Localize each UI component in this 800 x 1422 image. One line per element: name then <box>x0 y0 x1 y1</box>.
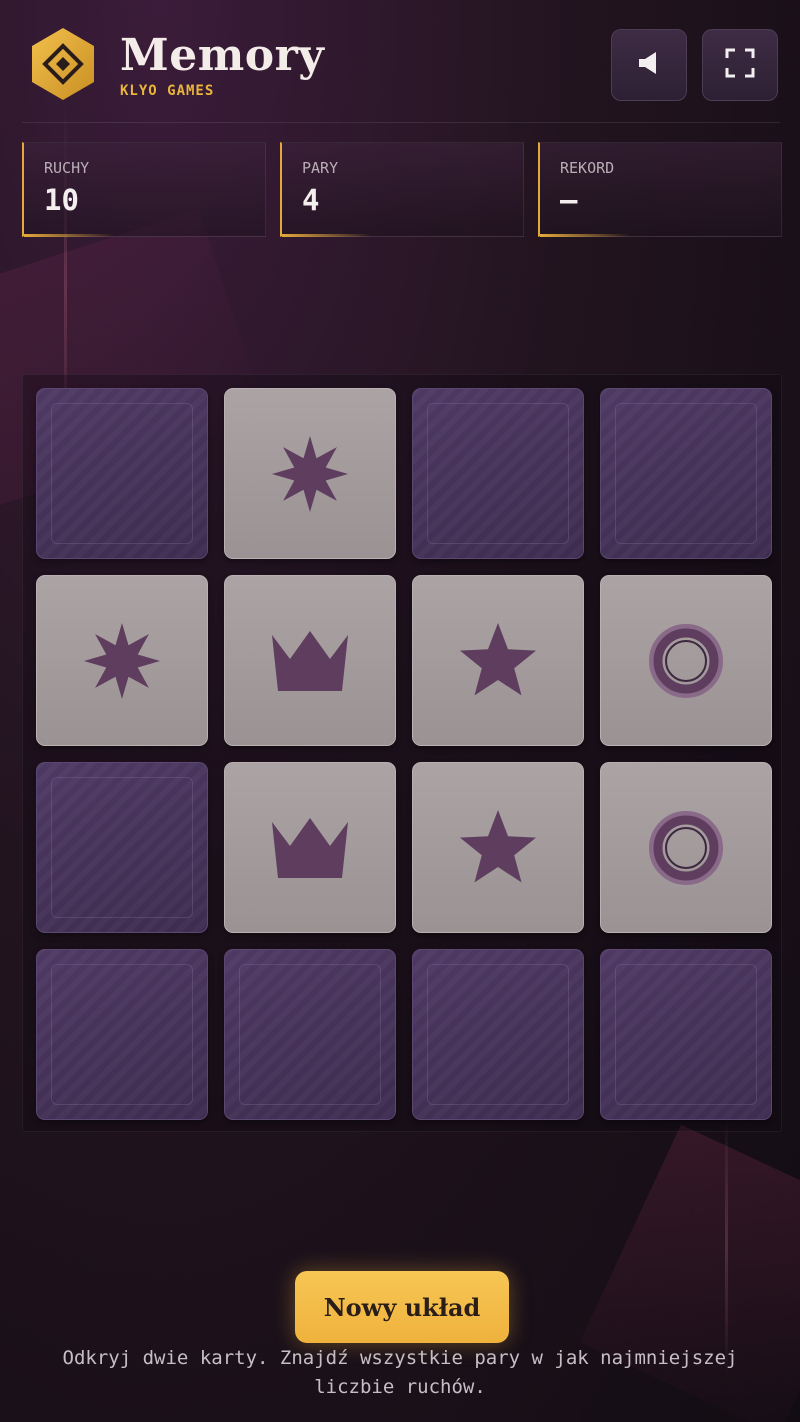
memory-card[interactable] <box>224 575 396 746</box>
new-game-button[interactable]: Nowy układ <box>295 1271 509 1343</box>
pairs-stat: PARY 4 <box>280 142 524 237</box>
app-subtitle: KLYO GAMES <box>120 83 215 99</box>
speaker-icon <box>636 50 662 80</box>
memory-card[interactable] <box>36 388 208 559</box>
memory-card[interactable] <box>412 388 584 559</box>
star-icon <box>458 621 538 701</box>
memory-card[interactable] <box>412 575 584 746</box>
header-divider <box>22 122 780 123</box>
record-stat: REKORD — <box>538 142 782 237</box>
memory-card[interactable] <box>36 575 208 746</box>
instructions: Odkryj dwie karty. Znajdź wszystkie pary… <box>30 1344 770 1402</box>
burst-star-icon <box>270 434 350 514</box>
ring-icon <box>641 616 731 706</box>
memory-card[interactable] <box>36 762 208 933</box>
fullscreen-button[interactable] <box>702 29 778 101</box>
card-back-frame <box>51 964 193 1105</box>
fullscreen-icon <box>725 48 755 82</box>
memory-card[interactable] <box>412 949 584 1120</box>
moves-label: RUCHY <box>44 159 90 177</box>
burst-star-icon <box>82 621 162 701</box>
memory-card[interactable] <box>600 575 772 746</box>
memory-card[interactable] <box>600 949 772 1120</box>
instructions-line: liczbie ruchów. <box>314 1376 486 1398</box>
background-line <box>725 1110 728 1380</box>
moves-value: 10 <box>44 183 79 217</box>
card-back-frame <box>427 403 569 544</box>
ring-icon <box>641 803 731 893</box>
star-icon <box>458 808 538 888</box>
card-back-frame <box>51 403 193 544</box>
card-back-frame <box>615 964 757 1105</box>
pairs-label: PARY <box>302 159 339 177</box>
record-label: REKORD <box>560 159 615 177</box>
game-board <box>22 374 782 1132</box>
card-back-frame <box>427 964 569 1105</box>
memory-card[interactable] <box>224 388 396 559</box>
diamond-hexagon-icon <box>30 26 96 102</box>
memory-card[interactable] <box>36 949 208 1120</box>
card-back-frame <box>239 964 381 1105</box>
instructions-line: Odkryj dwie karty. Znajdź wszystkie pary… <box>62 1347 738 1369</box>
pairs-value: 4 <box>302 183 320 217</box>
memory-card[interactable] <box>224 949 396 1120</box>
header: Memory KLYO GAMES <box>22 22 780 122</box>
memory-card[interactable] <box>224 762 396 933</box>
card-back-frame <box>51 777 193 918</box>
memory-card[interactable] <box>600 762 772 933</box>
sound-button[interactable] <box>611 29 687 101</box>
crown-icon <box>268 816 352 880</box>
memory-card[interactable] <box>600 388 772 559</box>
record-value: — <box>560 183 578 217</box>
moves-stat: RUCHY 10 <box>22 142 266 237</box>
card-back-frame <box>615 403 757 544</box>
memory-card[interactable] <box>412 762 584 933</box>
crown-icon <box>268 629 352 693</box>
app-title: Memory <box>120 30 325 81</box>
